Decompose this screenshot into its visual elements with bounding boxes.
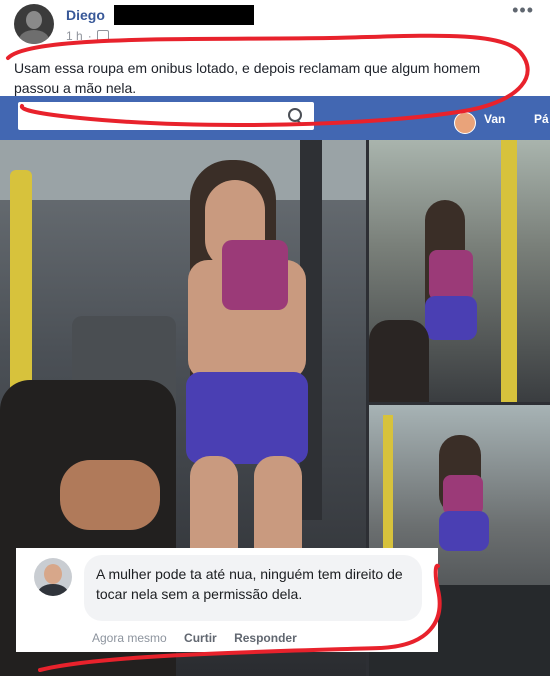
profile-link[interactable]: Van <box>484 112 505 126</box>
yellow-pole <box>501 140 517 402</box>
passenger-foreground <box>369 320 429 402</box>
photo-top-right[interactable] <box>369 140 550 402</box>
more-options-icon[interactable]: ••• <box>512 0 534 21</box>
avatar-body <box>19 30 49 44</box>
avatar-body <box>38 584 68 596</box>
meta-separator: · <box>87 29 92 43</box>
search-icon[interactable] <box>288 108 302 122</box>
reply-button[interactable]: Responder <box>234 631 297 645</box>
post-time[interactable]: 1 h <box>66 29 83 43</box>
purple-shorts <box>439 511 489 551</box>
commenter-avatar[interactable] <box>34 558 72 596</box>
post-text: Usam essa roupa em onibus lotado, e depo… <box>14 60 481 96</box>
audience-icon[interactable] <box>96 30 109 42</box>
search-input[interactable] <box>18 102 314 130</box>
purple-shorts <box>186 372 308 464</box>
purple-top <box>222 240 288 310</box>
comment-text: A mulher pode ta até nua, ninguém tem di… <box>96 566 403 602</box>
avatar-head <box>44 564 62 584</box>
purple-shorts <box>425 296 477 340</box>
purple-top <box>443 475 483 515</box>
like-button[interactable]: Curtir <box>184 631 217 645</box>
purple-top <box>429 250 473 300</box>
post-meta: 1 h · <box>66 29 109 43</box>
comment-card: A mulher pode ta até nua, ninguém tem di… <box>16 548 438 652</box>
author-name[interactable]: Diego <box>66 7 105 23</box>
comment-actions: Agora mesmo Curtir Responder <box>92 631 311 645</box>
post-header: Diego 1 h · ••• Usam essa roupa em onibu… <box>0 0 550 96</box>
author-avatar[interactable] <box>14 4 54 44</box>
passenger-hands <box>60 460 160 530</box>
profile-avatar-icon[interactable] <box>454 112 476 134</box>
nav-next-item[interactable]: Pá <box>534 112 549 126</box>
avatar-head <box>26 11 42 29</box>
redaction-bar <box>114 5 254 25</box>
comment-bubble: A mulher pode ta até nua, ninguém tem di… <box>84 555 422 621</box>
comment-time[interactable]: Agora mesmo <box>92 631 167 645</box>
